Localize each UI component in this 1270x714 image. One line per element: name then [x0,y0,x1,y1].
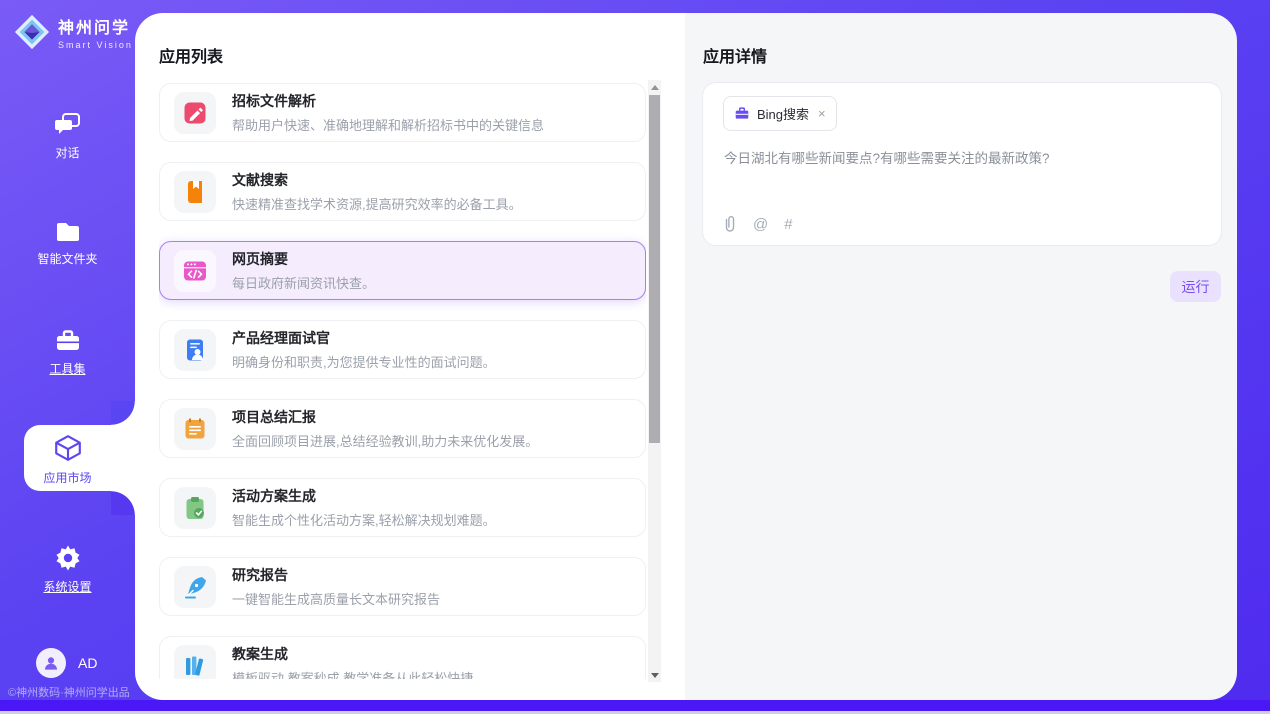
sidebar-item-chat[interactable]: 对话 [0,112,135,161]
scroll-up-button[interactable] [648,80,661,94]
book-icon [174,171,216,213]
interview-doc-icon [174,329,216,371]
diamond-logo-icon [13,13,51,51]
scroll-down-button[interactable] [648,668,661,682]
app-detail-title: 应用详情 [703,43,767,67]
list-scrollbar[interactable] [648,80,661,682]
copyright-text: ©神州数码·神州问学出品 [8,684,130,700]
app-list-title: 应用列表 [159,43,223,67]
app-card-literature-search[interactable]: 文献搜索 快速精准查找学术资源,提高研究效率的必备工具。 [159,162,646,221]
app-description: 智能生成个性化活动方案,轻松解决规划难题。 [232,510,496,529]
brand-subtitle: Smart Vision [58,40,133,50]
sidebar-item-label: 系统设置 [0,578,135,595]
prompt-text: 今日湖北有哪些新闻要点?有哪些需要关注的最新政策? [724,149,1201,169]
sidebar-item-smart-folders[interactable]: 智能文件夹 [0,220,135,267]
brand-name: 神州问学 [58,20,130,37]
chat-icon [0,112,135,138]
gear-icon [0,544,135,572]
clipboard-check-icon [174,487,216,529]
app-name: 产品经理面试官 [232,328,496,348]
user-account[interactable]: AD [36,648,97,678]
app-card-activity-plan[interactable]: 活动方案生成 智能生成个性化活动方案,轻松解决规划难题。 [159,478,646,537]
app-card-bid-document-parse[interactable]: 招标文件解析 帮助用户快速、准确地理解和解析招标书中的关键信息 [159,83,646,142]
cube-icon [0,433,135,463]
paperclip-icon[interactable] [723,215,737,233]
hash-icon[interactable]: # [784,216,792,233]
app-card-pm-interviewer[interactable]: 产品经理面试官 明确身份和职责,为您提供专业性的面试问题。 [159,320,646,379]
triangle-down-icon [651,673,659,678]
app-description: 快速精准查找学术资源,提高研究效率的必备工具。 [232,194,522,213]
tool-tag-bing-search[interactable]: Bing搜索 × [723,96,837,131]
app-detail-panel: 应用详情 Bing搜索 × 今日湖北有哪些新闻要点?有哪些需要关注的最新政策? [685,13,1237,700]
app-card-list: 招标文件解析 帮助用户快速、准确地理解和解析招标书中的关键信息 文献搜索 快速精… [159,83,646,679]
books-icon [174,645,216,680]
person-icon [43,655,59,671]
app-name: 教案生成 [232,644,473,664]
report-note-icon [174,408,216,450]
briefcase-icon [734,106,750,121]
folder-icon [0,220,135,244]
brand-logo: 神州问学 Smart Vision [13,13,133,51]
attachment-toolbar: @ # [723,215,793,233]
app-description: 明确身份和职责,为您提供专业性的面试问题。 [232,352,496,371]
user-name: AD [78,655,97,671]
close-icon[interactable]: × [818,106,826,121]
sidebar-item-label: 智能文件夹 [0,250,135,267]
scrollbar-thumb[interactable] [649,95,660,443]
app-name: 项目总结汇报 [232,407,538,427]
sidebar: 神州问学 Smart Vision 对话 智能文件夹 [0,0,135,700]
app-name: 网页摘要 [232,249,375,269]
app-card-research-report[interactable]: 研究报告 一键智能生成高质量长文本研究报告 [159,557,646,616]
main-content: 应用列表 招标文件解析 帮助用户快速、准确地理解和解析招标书中的关键信息 [135,13,1237,700]
document-edit-icon [174,92,216,134]
app-description: 帮助用户快速、准确地理解和解析招标书中的关键信息 [232,115,544,134]
bottom-accent-strip [0,700,1270,711]
app-name: 文献搜索 [232,170,522,190]
sidebar-item-label: 对话 [0,144,135,161]
toolbox-icon [0,328,135,354]
triangle-up-icon [651,85,659,90]
sidebar-item-label: 应用市场 [0,469,135,486]
app-description: 全面回顾项目进展,总结经验教训,助力未来优化发展。 [232,431,538,450]
app-description: 每日政府新闻资讯快查。 [232,273,375,292]
avatar[interactable] [36,648,66,678]
app-card-project-summary[interactable]: 项目总结汇报 全面回顾项目进展,总结经验教训,助力未来优化发展。 [159,399,646,458]
app-card-web-summary[interactable]: 网页摘要 每日政府新闻资讯快查。 [159,241,646,300]
ink-pen-icon [174,566,216,608]
app-name: 招标文件解析 [232,91,544,111]
sidebar-item-toolset[interactable]: 工具集 [0,328,135,377]
app-name: 活动方案生成 [232,486,496,506]
browser-code-icon [174,250,216,292]
app-description: 模板驱动,教案秒成,教学准备从此轻松快捷 [232,668,473,679]
app-card-lesson-plan[interactable]: 教案生成 模板驱动,教案秒成,教学准备从此轻松快捷 [159,636,646,679]
run-button[interactable]: 运行 [1170,271,1221,302]
sidebar-item-app-market[interactable]: 应用市场 [0,433,135,486]
at-icon[interactable]: @ [753,216,768,233]
app-list-panel: 应用列表 招标文件解析 帮助用户快速、准确地理解和解析招标书中的关键信息 [135,13,685,700]
tool-tag-label: Bing搜索 [757,104,809,123]
app-description: 一键智能生成高质量长文本研究报告 [232,589,440,608]
app-name: 研究报告 [232,565,440,585]
prompt-input-card[interactable]: Bing搜索 × 今日湖北有哪些新闻要点?有哪些需要关注的最新政策? @ # [702,82,1222,246]
sidebar-item-label: 工具集 [0,360,135,377]
sidebar-item-settings[interactable]: 系统设置 [0,544,135,595]
